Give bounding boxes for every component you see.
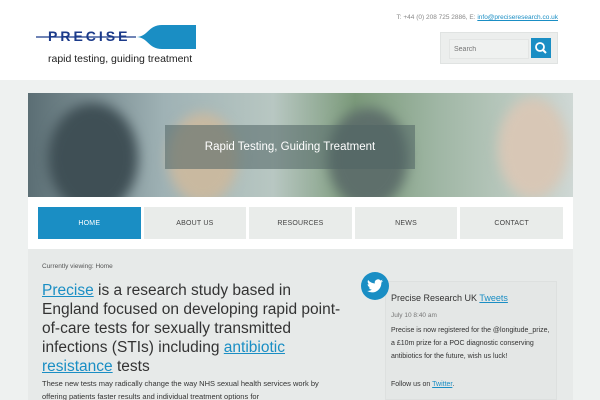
email-link[interactable]: info@preciseresearch.co.uk [477, 14, 558, 21]
nav-news[interactable]: NEWS [354, 207, 458, 239]
intro-text-2: tests [112, 358, 150, 375]
main-content: Currently viewing: Home Precise is a res… [28, 249, 573, 400]
site-header: PRECISE rapid testing, guiding treatment… [0, 0, 600, 80]
main-navigation: HOME ABOUT US RESOURCES NEWS CONTACT [28, 197, 573, 249]
follow-text: Follow us on [391, 381, 431, 388]
search-widget [440, 32, 558, 64]
tweet-text: Precise is now registered for the @longi… [391, 327, 550, 360]
nav-contact[interactable]: CONTACT [460, 207, 563, 239]
twitter-bird-icon [367, 279, 383, 293]
email-label: E: [469, 14, 476, 21]
breadcrumb: Currently viewing: Home [42, 263, 113, 270]
tweet-date: July 10 8:40 am [391, 312, 437, 319]
nav-about-us[interactable]: ABOUT US [143, 207, 247, 239]
logo-wordmark: PRECISE [48, 28, 131, 44]
hero-caption: Rapid Testing, Guiding Treatment [165, 125, 415, 169]
twitter-feed-title-text: Precise Research UK [391, 293, 478, 303]
logo-tagline: rapid testing, guiding treatment [48, 53, 193, 65]
search-icon [535, 42, 547, 54]
phone-text: T: +44 (0) 208 725 2886 [396, 14, 466, 21]
nav-resources[interactable]: RESOURCES [249, 207, 352, 239]
twitter-link[interactable]: Twitter [432, 381, 452, 388]
tweets-link[interactable]: Tweets [479, 293, 508, 303]
precise-logo[interactable]: PRECISE rapid testing, guiding treatment [36, 22, 206, 68]
intro-paragraph: Precise is a research study based in Eng… [42, 281, 342, 376]
twitter-feed-title: Precise Research UK Tweets [391, 293, 508, 303]
contact-details: T: +44 (0) 208 725 2886, E: info@precise… [397, 14, 558, 21]
twitter-badge[interactable] [361, 272, 389, 300]
body-paragraph: These new tests may radically change the… [42, 379, 319, 400]
search-button[interactable] [531, 38, 551, 58]
search-input[interactable] [449, 39, 529, 59]
follow-suffix: . [452, 381, 455, 388]
nav-home[interactable]: HOME [38, 207, 141, 239]
precise-link[interactable]: Precise [42, 282, 94, 299]
twitter-feed-card: Precise Research UK Tweets July 10 8:40 … [385, 281, 557, 400]
follow-line: Follow us on Twitter. [391, 381, 454, 388]
